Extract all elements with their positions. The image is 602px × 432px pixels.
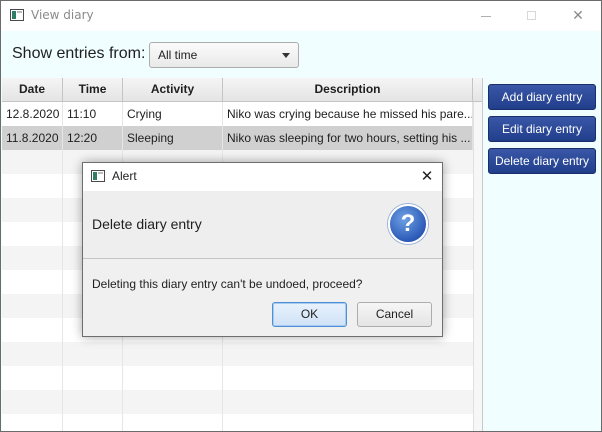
column-header-date[interactable]: Date <box>2 78 63 101</box>
dialog-close-icon[interactable]: ✕ <box>416 165 438 187</box>
add-entry-button[interactable]: Add diary entry <box>488 84 596 110</box>
dialog-message: Deleting this diary entry can't be undoe… <box>92 277 363 291</box>
delete-entry-button[interactable]: Delete diary entry <box>488 148 596 174</box>
table-header: Date Time Activity Description <box>2 78 482 102</box>
cell-description: Niko was crying because he missed his pa… <box>223 102 473 126</box>
dialog-titlebar[interactable]: Alert ✕ <box>83 163 442 191</box>
minimize-button[interactable] <box>463 1 509 31</box>
chevron-down-icon <box>282 53 290 58</box>
table-row[interactable]: 12.8.2020 11:10 Crying Niko was crying b… <box>2 102 473 126</box>
time-range-select[interactable]: All time <box>149 42 299 68</box>
cell-description: Niko was sleeping for two hours, setting… <box>223 126 473 150</box>
empty-row <box>2 390 473 414</box>
column-header-time[interactable]: Time <box>63 78 123 101</box>
vertical-scrollbar[interactable] <box>473 102 482 431</box>
dialog-title: Alert <box>112 169 137 183</box>
window-titlebar[interactable]: View diary ✕ <box>1 1 601 31</box>
close-button[interactable]: ✕ <box>555 1 601 31</box>
cell-time: 11:10 <box>63 102 123 126</box>
table-row-selected[interactable]: 11.8.2020 12:20 Sleeping Niko was sleepi… <box>2 126 473 150</box>
dialog-header: Delete diary entry ? <box>83 191 442 259</box>
window-title: View diary <box>31 8 94 22</box>
ok-button[interactable]: OK <box>272 302 347 327</box>
cancel-button[interactable]: Cancel <box>357 302 432 327</box>
minimize-icon <box>481 16 491 17</box>
close-icon: ✕ <box>572 8 584 24</box>
column-header-filler <box>473 78 482 101</box>
cell-date: 11.8.2020 <box>2 126 63 150</box>
empty-row <box>2 342 473 366</box>
edit-entry-button[interactable]: Edit diary entry <box>488 116 596 142</box>
time-range-value: All time <box>158 48 198 62</box>
alert-dialog: Alert ✕ Delete diary entry ? Deleting th… <box>82 162 443 337</box>
cell-date: 12.8.2020 <box>2 102 63 126</box>
app-icon <box>91 170 105 182</box>
question-icon: ? <box>388 204 428 244</box>
dialog-heading: Delete diary entry <box>92 216 202 232</box>
column-header-description[interactable]: Description <box>223 78 473 101</box>
maximize-button[interactable] <box>509 1 555 31</box>
app-icon <box>10 9 24 21</box>
empty-row <box>2 414 473 431</box>
empty-row <box>2 366 473 390</box>
cell-activity: Crying <box>123 102 223 126</box>
column-divider <box>62 102 63 431</box>
maximize-icon <box>527 11 536 20</box>
cell-activity: Sleeping <box>123 126 223 150</box>
column-header-activity[interactable]: Activity <box>123 78 223 101</box>
cell-time: 12:20 <box>63 126 123 150</box>
filter-label: Show entries from: <box>12 45 146 62</box>
